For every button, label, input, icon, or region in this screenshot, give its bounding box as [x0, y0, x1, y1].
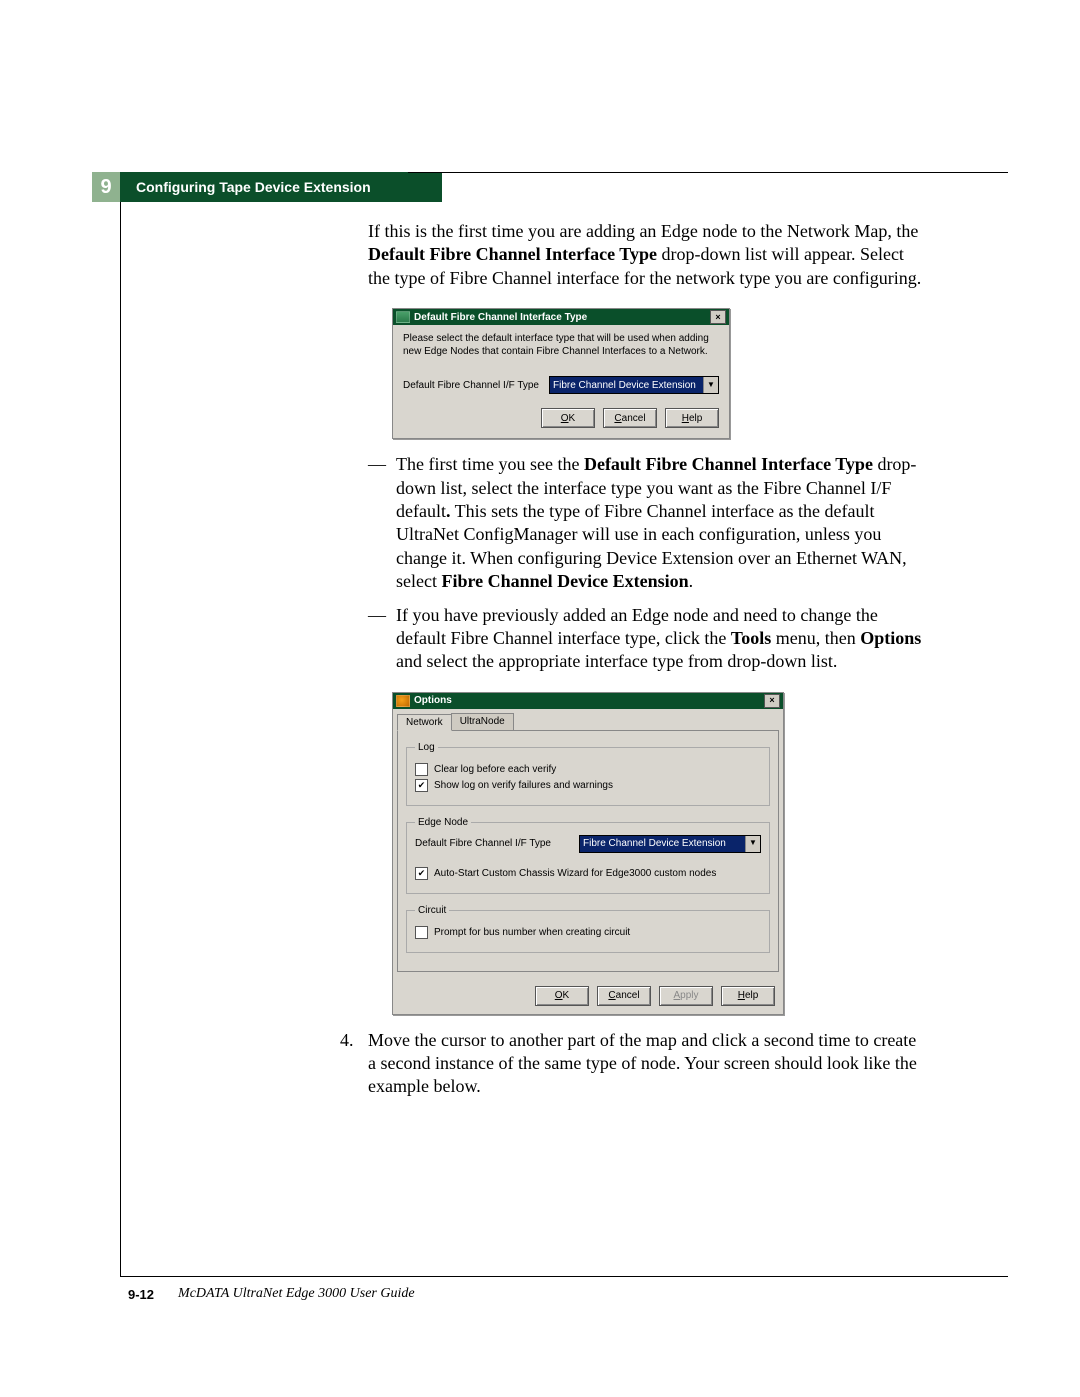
help-button[interactable]: Help [721, 986, 775, 1006]
step-4: 4. Move the cursor to another part of th… [340, 1029, 928, 1099]
tab-pane: Log Clear log before each verify ✔ Show … [397, 730, 779, 972]
options-dialog: Options × Network UltraNode Log Clear lo… [392, 692, 784, 1015]
label-if-type: Default Fibre Channel I/F Type [415, 837, 551, 850]
options-icon [396, 695, 410, 707]
dialog2-titlebar: Options × [393, 693, 783, 709]
intro-paragraph: If this is the first time you are adding… [368, 220, 928, 290]
dash-item-2: — If you have previously added an Edge n… [368, 604, 928, 674]
checkbox-clear-log[interactable]: Clear log before each verify [415, 763, 761, 776]
dash2-body: If you have previously added an Edge nod… [396, 604, 928, 674]
step-4-num: 4. [340, 1029, 368, 1099]
footer-rule [120, 1276, 1008, 1277]
dash-item-1: — The first time you see the Default Fib… [368, 453, 928, 593]
group-circuit: Circuit Prompt for bus number when creat… [406, 904, 770, 953]
tab-ultranode[interactable]: UltraNode [451, 713, 514, 730]
close-icon[interactable]: × [764, 694, 780, 708]
step-4-text: Move the cursor to another part of the m… [368, 1029, 928, 1099]
dialog1-titlebar: Default Fibre Channel Interface Type × [393, 309, 729, 325]
ok-button[interactable]: OK [541, 408, 595, 428]
apply-button[interactable]: Apply [659, 986, 713, 1006]
intro-bold1: Default Fibre Channel Interface Type [368, 244, 657, 264]
dash-list: — The first time you see the Default Fib… [368, 453, 928, 674]
help-button[interactable]: Help [665, 408, 719, 428]
group-edge-legend: Edge Node [415, 816, 471, 829]
chapter-title: Configuring Tape Device Extension [120, 172, 442, 202]
close-icon[interactable]: × [710, 310, 726, 324]
cancel-button[interactable]: Cancel [603, 408, 657, 428]
body-content: If this is the first time you are adding… [368, 220, 928, 1099]
dropdown-selected: Fibre Channel Device Extension [580, 836, 745, 852]
checkbox-show-log[interactable]: ✔ Show log on verify failures and warnin… [415, 779, 761, 792]
checkbox-icon: ✔ [415, 779, 428, 792]
checkbox-icon: ✔ [415, 867, 428, 880]
cancel-button[interactable]: Cancel [597, 986, 651, 1006]
page-footer: 9-12 McDATA UltraNet Edge 3000 User Guid… [128, 1286, 415, 1302]
checkbox-prompt-bus[interactable]: Prompt for bus number when creating circ… [415, 926, 761, 939]
checkbox-icon [415, 763, 428, 776]
chapter-number: 9 [92, 172, 120, 202]
dropdown-selected: Fibre Channel Device Extension [550, 377, 703, 393]
dialog1-icon [396, 311, 410, 323]
chapter-rule [408, 172, 1008, 173]
dialog1-message: Please select the default interface type… [403, 333, 719, 358]
chevron-down-icon[interactable]: ▼ [703, 377, 718, 393]
group-edge-node: Edge Node Default Fibre Channel I/F Type… [406, 816, 770, 894]
chevron-down-icon[interactable]: ▼ [745, 836, 760, 852]
group-log: Log Clear log before each verify ✔ Show … [406, 741, 770, 806]
page-number: 9-12 [128, 1287, 154, 1302]
chapter-bar: 9 Configuring Tape Device Extension [92, 172, 442, 202]
group-log-legend: Log [415, 741, 438, 754]
group-circuit-legend: Circuit [415, 904, 449, 917]
guide-title: McDATA UltraNet Edge 3000 User Guide [178, 1286, 415, 1302]
dialog1-label: Default Fibre Channel I/F Type [403, 379, 539, 392]
ok-button[interactable]: OK [535, 986, 589, 1006]
dash1-body: The first time you see the Default Fibre… [396, 453, 928, 593]
dialog2-title: Options [414, 694, 452, 707]
intro-t1: If this is the first time you are adding… [368, 221, 918, 241]
default-fc-type-dropdown[interactable]: Fibre Channel Device Extension ▼ [549, 376, 719, 394]
default-fc-type-dialog: Default Fibre Channel Interface Type × P… [392, 308, 730, 439]
edge-fc-type-dropdown[interactable]: Fibre Channel Device Extension ▼ [579, 835, 761, 853]
dash-mark: — [368, 604, 396, 674]
tab-network[interactable]: Network [397, 714, 452, 731]
tabs: Network UltraNode [393, 709, 783, 730]
dash-mark: — [368, 453, 396, 593]
left-margin-rule [120, 172, 121, 1277]
checkbox-autostart[interactable]: ✔ Auto-Start Custom Chassis Wizard for E… [415, 867, 761, 880]
dialog1-title: Default Fibre Channel Interface Type [414, 311, 587, 324]
checkbox-icon [415, 926, 428, 939]
